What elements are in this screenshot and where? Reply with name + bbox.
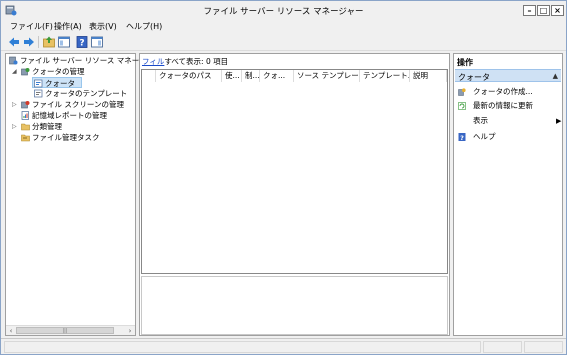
title-bar: ファイル サーバー リソース マネージャー – □ × [1,1,566,19]
help-icon: ? [458,133,466,142]
menu-action[interactable]: 操作(A) [54,21,82,32]
status-bar [1,338,566,354]
status-cell-main [4,341,481,353]
tree-item-quota[interactable]: クォータ [32,77,82,88]
quota-list[interactable]: クォータのパス 使... 制... クォ... ソース テンプレート テンプレー… [141,69,448,274]
status-cell-2 [483,341,522,353]
tree-horizontal-scrollbar[interactable]: ‹ ||| › [6,325,135,335]
menu-help[interactable]: ヘルプ(H) [126,21,162,32]
filter-link[interactable]: フィル [142,57,164,66]
action-help[interactable]: ? ヘルプ [458,131,562,143]
menu-bar: ファイル(F) 操作(A) 表示(V) ヘルプ(H) [1,19,566,33]
tree-item-file-screen[interactable]: ▷ ファイル スクリーンの管理 [8,99,135,110]
status-cell-3 [524,341,563,353]
classification-folder-icon [21,122,30,131]
scroll-right-arrow-icon[interactable]: › [126,327,134,335]
filter-bar: フィルすべて表示: 0 項目 [142,56,228,67]
refresh-icon [458,102,466,110]
action-pane: 操作 クォータ ▲ クォータの作成... 最新の情報に更新 表示 ▶ ? ヘルプ [453,53,563,336]
collapse-arrow-icon[interactable]: ◢ [12,68,18,76]
up-folder-icon[interactable] [42,35,56,49]
quota-icon [34,79,43,88]
menu-view[interactable]: 表示(V) [89,21,117,32]
column-header-quota-path[interactable]: クォータのパス [156,70,222,82]
tree-item-quota-management[interactable]: ◢ クォータの管理 [8,66,135,77]
create-quota-icon [458,88,466,96]
app-window: ファイル サーバー リソース マネージャー – □ × ファイル(F) 操作(A… [0,0,567,355]
svg-text:?: ? [79,39,84,49]
column-header-quota-type[interactable]: クォ... [260,70,294,82]
column-header-icon[interactable] [142,70,156,82]
column-header-usage[interactable]: 使... [222,70,242,82]
filter-summary: すべて表示: 0 項目 [164,57,229,66]
svg-text:?: ? [460,134,464,141]
collapse-up-icon[interactable]: ▲ [553,72,558,80]
close-button[interactable]: × [551,5,564,16]
show-hide-action-pane-icon[interactable] [90,35,104,49]
column-header-source-template[interactable]: ソース テンプレート [294,70,360,82]
tree-item-storage-reports[interactable]: 記憶域レポートの管理 [8,110,135,121]
maximize-button[interactable]: □ [537,5,550,16]
action-view[interactable]: 表示 ▶ [458,115,562,127]
tree-item-classification[interactable]: ▷ 分類管理 [8,121,135,132]
help-toolbar-icon[interactable]: ? [75,35,89,49]
column-header-description[interactable]: 説明 [410,70,447,82]
results-pane: フィルすべて表示: 0 項目 クォータのパス 使... 制... クォ... ソ… [139,53,450,336]
quota-management-icon [21,67,30,76]
minimize-button[interactable]: – [523,5,536,16]
window-title: ファイル サーバー リソース マネージャー [203,7,364,17]
file-task-icon [21,133,30,142]
action-section-quota[interactable]: クォータ ▲ [455,69,561,82]
server-icon [9,56,18,65]
file-screen-icon [21,100,30,109]
tree-item-file-management-tasks[interactable]: ファイル管理タスク [8,132,135,143]
menu-file[interactable]: ファイル(F) [10,21,53,32]
details-pane [141,276,448,335]
quota-template-icon [34,89,43,98]
submenu-arrow-icon: ▶ [556,117,562,125]
action-refresh[interactable]: 最新の情報に更新 [458,100,562,112]
console-tree: ファイル サーバー リソース マネージャー ◢ クォータの管理 クォータ クォー… [5,53,161,336]
expand-arrow-icon[interactable]: ▷ [12,123,18,131]
column-header-row: クォータのパス 使... 制... クォ... ソース テンプレート テンプレー… [142,70,447,82]
column-header-template-match[interactable]: テンプレート... [360,70,410,82]
toolbar-separator [38,36,39,48]
scrollbar-thumb[interactable]: ||| [16,327,114,334]
tree-item-root[interactable]: ファイル サーバー リソース マネージャー [8,55,161,66]
toolbar: ? [1,33,566,51]
show-hide-tree-icon[interactable] [57,35,71,49]
expand-arrow-icon[interactable]: ▷ [12,101,18,109]
back-arrow-icon[interactable] [7,35,21,49]
forward-arrow-icon[interactable] [22,35,36,49]
storage-report-icon [21,111,30,120]
column-header-limit[interactable]: 制... [242,70,260,82]
action-pane-title: 操作 [457,58,473,67]
tree-item-quota-templates[interactable]: クォータのテンプレート [33,88,135,99]
action-create-quota[interactable]: クォータの作成... [458,86,562,98]
scroll-left-arrow-icon[interactable]: ‹ [7,327,15,335]
